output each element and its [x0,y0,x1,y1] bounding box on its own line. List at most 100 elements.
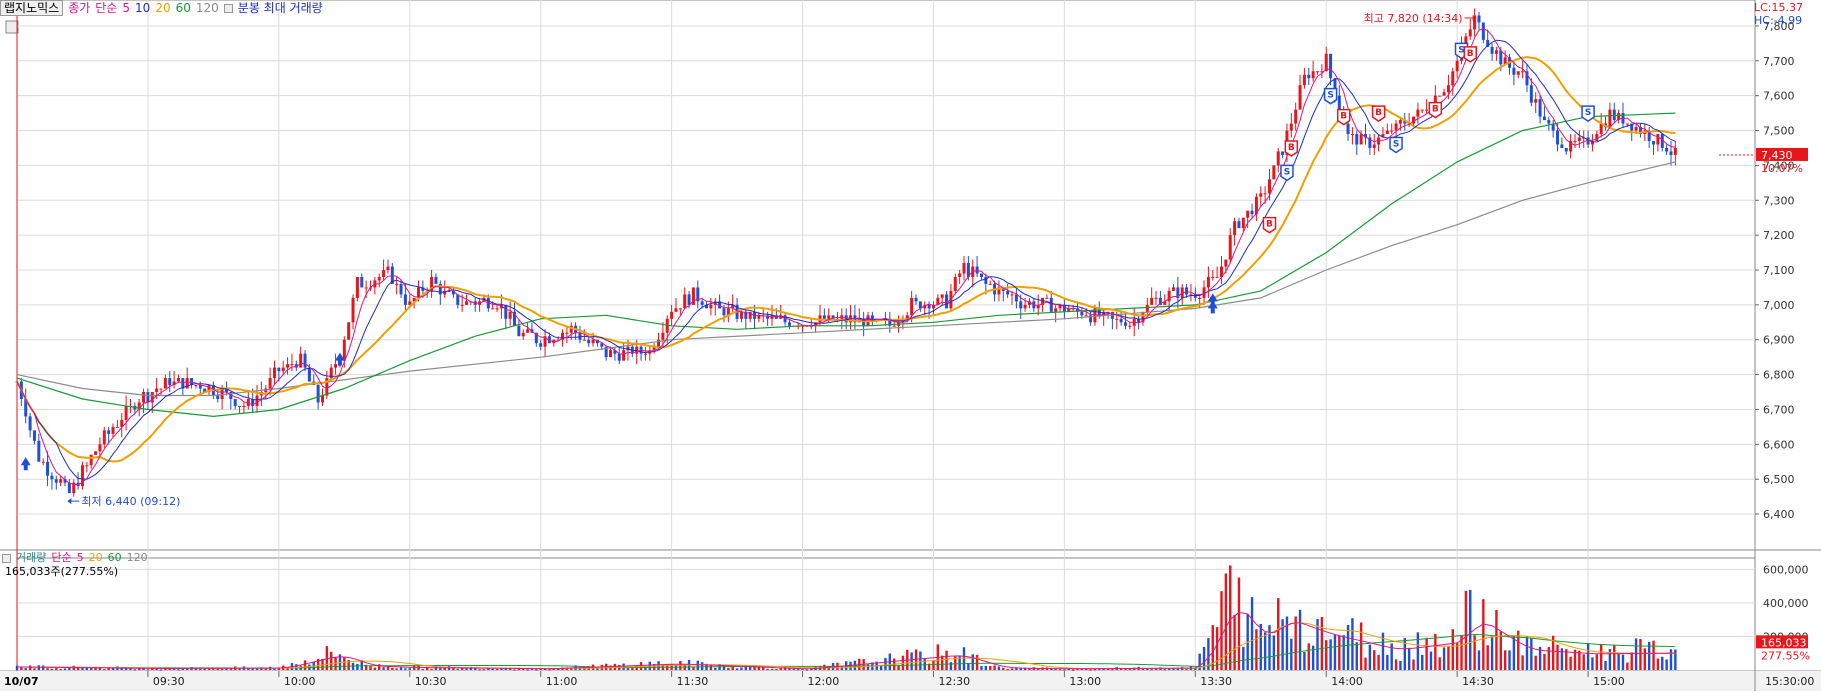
time-tick-label: 13:00 [1069,675,1101,688]
candle-body [1595,134,1599,141]
price-tick-label: 6,500 [1763,473,1795,486]
price-tick-label: 6,700 [1763,403,1795,416]
volume-bar [1351,618,1354,670]
candle-body [142,392,146,403]
lc-label: LC:15.37 [1754,1,1804,14]
volume-bar [1586,643,1590,670]
candle-body [163,378,167,389]
candle-body [364,287,368,289]
candle-body [1010,294,1014,296]
candle-body [1385,130,1389,135]
candle-body [526,329,530,333]
candle-body [1233,221,1237,236]
candle-body [242,405,246,407]
candle-body [940,294,944,298]
candle-body [1477,15,1481,23]
volume-bar [81,668,84,670]
volume-bar [1455,643,1459,670]
volume-bar [63,668,67,670]
volume-bar [1604,660,1607,670]
volume-bar [1599,643,1603,670]
candle-body [508,311,512,319]
candle-body [50,475,54,480]
candle-body [238,405,242,407]
volume-bar [1530,638,1533,670]
time-tick-label: 12:30 [938,675,970,688]
volume-bar [1661,656,1664,670]
price-tick-label: 7,700 [1763,55,1795,68]
candle-body [910,297,914,316]
volume-bar [1093,669,1097,671]
volume-bar [395,668,398,670]
volume-bar [1508,650,1511,670]
candle-body [382,270,386,277]
signal-letter: B [1340,112,1347,122]
volume-tick-label: 400,000 [1763,597,1809,610]
volume-bar [1386,654,1389,670]
candle-body [1608,109,1612,128]
candle-body [587,339,591,344]
candle-body [465,301,469,305]
signal-letter: B [1288,143,1295,153]
candle-body [334,364,338,368]
volume-bar [1338,635,1341,670]
candle-body [102,430,106,445]
candle-body [233,399,237,406]
volume-bar [456,668,459,670]
volume-bar [500,668,503,670]
candle-body [914,297,918,302]
volume-bar [879,665,883,670]
candle-body [962,263,966,274]
legend-ma10: 10 [135,1,151,15]
volume-bar [1294,616,1297,670]
candle-body [1145,304,1149,312]
volume-bar [273,668,276,670]
chart-canvas[interactable]: 6,400 6,500 6,600 6,700 6,800 6,900 7,000 7,100… [0,0,1821,691]
volume-bar [932,660,935,670]
candle-body [953,276,957,291]
stock-name[interactable]: 랩지노믹스 [0,0,64,16]
volume-bar [993,665,996,670]
volume-bar [714,667,717,670]
candle-body [281,367,285,372]
volume-ma20: 20 [88,551,103,564]
candle-body [1329,53,1333,79]
volume-title: 거래량 [16,551,47,564]
volume-bar [1377,654,1380,670]
candle-body [1573,141,1577,142]
volume-bar [46,668,49,670]
volume-bar [1071,669,1075,671]
volume-bar [1407,647,1411,670]
candle-body [1193,294,1197,298]
candle-body [194,385,198,387]
volume-bar [1263,632,1267,670]
stock-chart[interactable]: 6,400 6,500 6,600 6,700 6,800 6,900 7,000 7,100… [0,0,1821,691]
volume-bar [59,668,62,670]
volume-bar [1525,636,1529,670]
legend-overlay: 분봉 최대 거래량 [237,1,323,15]
candle-body [539,343,543,347]
candle-body [1451,71,1455,86]
volume-bar [1163,669,1166,671]
volume-bar [1272,635,1276,670]
candle-body [1115,318,1119,320]
candle-body [678,308,682,310]
volume-bar [1517,630,1520,670]
candle-body [220,388,224,399]
price-tick-label: 7,000 [1763,299,1795,312]
time-tick-label: 12:00 [808,675,840,688]
candle-body [827,315,831,319]
volume-bar [199,668,202,670]
signal-letter: S [1393,139,1399,149]
volume-bar [1521,655,1524,670]
candle-body [582,339,586,341]
volume-bar [369,665,372,670]
candle-body [1612,109,1616,121]
overlay-toggle-icon[interactable] [223,4,233,13]
candle-body [1416,109,1420,117]
candle-body [1438,95,1442,97]
candle-body [517,325,521,337]
candle-body [892,325,896,327]
candle-body [1577,137,1581,141]
volume-toggle-icon[interactable] [2,553,11,563]
